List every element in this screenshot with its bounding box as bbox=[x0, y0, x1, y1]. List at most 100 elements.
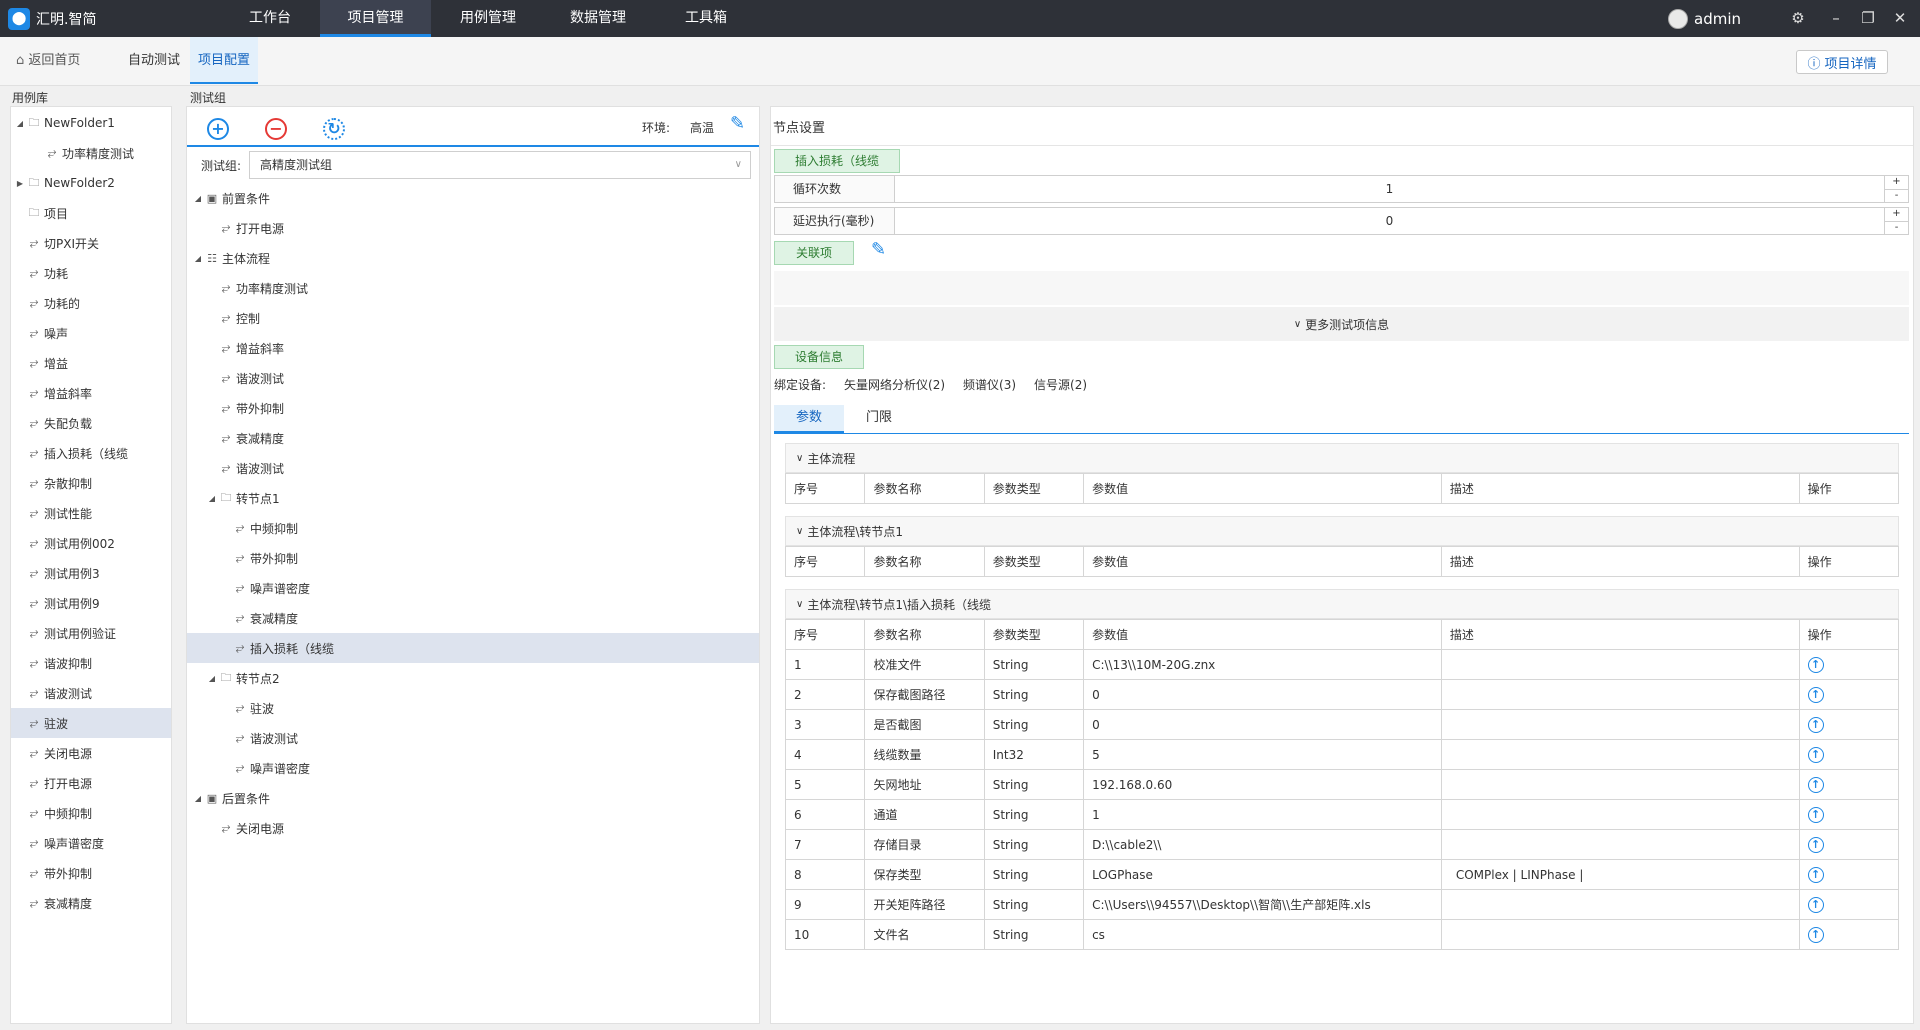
tree-item[interactable]: ⥂ 衰减精度 bbox=[187, 423, 759, 453]
table-cell[interactable]: C:\\Users\\94557\\Desktop\\智简\\生产部矩阵.xls bbox=[1083, 889, 1442, 920]
tree-item[interactable]: ⥂ 关闭电源 bbox=[11, 738, 171, 768]
table-cell[interactable]: 0 bbox=[1083, 679, 1442, 710]
delay-field[interactable]: 延迟执行(毫秒) 0 + - bbox=[774, 207, 1909, 235]
table-cell[interactable]: LOGPhase bbox=[1083, 859, 1442, 890]
table-row[interactable]: 6 通道 String 1 ↑ bbox=[784, 799, 1900, 830]
move-up-icon[interactable]: ↑ bbox=[1807, 806, 1824, 823]
device-info-button[interactable]: 设备信息 bbox=[774, 345, 864, 369]
tree-item[interactable]: ⥂ 功率精度测试 bbox=[11, 138, 171, 168]
tree-item[interactable]: ⥂ 衰减精度 bbox=[187, 603, 759, 633]
table-cell[interactable]: D:\\cable2\\ bbox=[1083, 829, 1442, 860]
table-row[interactable]: 5 矢网地址 String 192.168.0.60 ↑ bbox=[784, 769, 1900, 800]
tree-item[interactable]: ⥂ 噪声谱密度 bbox=[187, 753, 759, 783]
tree-item[interactable]: ⥂ 功耗的 bbox=[11, 288, 171, 318]
tree-item[interactable]: 🗀 项目 bbox=[11, 198, 171, 228]
move-up-icon[interactable]: ↑ bbox=[1807, 716, 1824, 733]
back-home-link[interactable]: ⌂ 返回首页 bbox=[16, 37, 80, 84]
restore-icon[interactable]: ❐ bbox=[1854, 0, 1882, 37]
table-row[interactable]: 10 文件名 String cs ↑ bbox=[784, 919, 1900, 950]
tree-item[interactable]: ⥂ 杂散抑制 bbox=[11, 468, 171, 498]
tree-item[interactable]: ◢ ▣ 前置条件 bbox=[187, 183, 759, 213]
tree-item[interactable]: ◢ 🗀 转节点2 bbox=[187, 663, 759, 693]
nav-project-management[interactable]: 项目管理 bbox=[320, 0, 431, 37]
tree-item[interactable]: ⥂ 测试性能 bbox=[11, 498, 171, 528]
refresh-icon[interactable]: ↻ bbox=[323, 118, 345, 140]
tree-item[interactable]: ⥂ 噪声谱密度 bbox=[187, 573, 759, 603]
tab-project-config[interactable]: 项目配置 bbox=[190, 37, 259, 84]
tree-item[interactable]: ⥂ 测试用例3 bbox=[11, 558, 171, 588]
link-items-button[interactable]: 关联项 bbox=[774, 241, 854, 265]
delay-stepper[interactable]: + - bbox=[1884, 208, 1908, 234]
tree-item[interactable]: ◢ 🗀 转节点1 bbox=[187, 483, 759, 513]
tab-auto-test[interactable]: 自动测试 bbox=[128, 37, 180, 84]
tree-item[interactable]: ⥂ 控制 bbox=[187, 303, 759, 333]
loop-count-field[interactable]: 循环次数 1 + - bbox=[774, 175, 1909, 203]
tree-item[interactable]: ⥂ 带外抑制 bbox=[11, 858, 171, 888]
move-up-icon[interactable]: ↑ bbox=[1807, 896, 1824, 913]
move-up-icon[interactable]: ↑ bbox=[1807, 866, 1824, 883]
move-up-icon[interactable]: ↑ bbox=[1807, 656, 1824, 673]
table-row[interactable]: 1 校准文件 String C:\\13\\10M-20G.znx ↑ bbox=[784, 649, 1900, 680]
move-up-icon[interactable]: ↑ bbox=[1807, 686, 1824, 703]
tree-item[interactable]: ⥂ 插入损耗（线缆 bbox=[187, 633, 759, 663]
tab-thresholds[interactable]: 门限 bbox=[844, 405, 914, 433]
tree-item[interactable]: ⥂ 谐波测试 bbox=[187, 363, 759, 393]
group-select[interactable]: 高精度测试组 ∨ bbox=[249, 151, 751, 179]
loop-count-stepper[interactable]: + - bbox=[1884, 176, 1908, 202]
tree-item[interactable]: ⥂ 增益斜率 bbox=[187, 333, 759, 363]
tree-item[interactable]: ⥂ 切PXI开关 bbox=[11, 228, 171, 258]
tree-item[interactable]: ▶ 🗀 NewFolder2 bbox=[11, 168, 171, 198]
tree-item[interactable]: ⥂ 插入损耗（线缆 bbox=[11, 438, 171, 468]
tree-item[interactable]: ⥂ 关闭电源 bbox=[187, 813, 759, 843]
table-row[interactable]: 7 存储目录 String D:\\cable2\\ ↑ bbox=[784, 829, 1900, 860]
table-cell[interactable]: C:\\13\\10M-20G.znx bbox=[1083, 649, 1442, 680]
table-cell[interactable]: 1 bbox=[1083, 799, 1442, 830]
tree-item[interactable]: ⥂ 谐波抑制 bbox=[11, 648, 171, 678]
tree-item[interactable]: ⥂ 打开电源 bbox=[11, 768, 171, 798]
device-vna[interactable]: 矢量网络分析仪(2) bbox=[844, 376, 945, 393]
tree-item[interactable]: ⥂ 谐波测试 bbox=[187, 453, 759, 483]
tree-item[interactable]: ⥂ 噪声 bbox=[11, 318, 171, 348]
move-up-icon[interactable]: ↑ bbox=[1807, 746, 1824, 763]
tree-item[interactable]: ⥂ 驻波 bbox=[187, 693, 759, 723]
tree-item[interactable]: ⥂ 打开电源 bbox=[187, 213, 759, 243]
increment-icon[interactable]: + bbox=[1885, 176, 1908, 190]
tree-item[interactable]: ⥂ 功耗 bbox=[11, 258, 171, 288]
table-row[interactable]: 8 保存类型 String LOGPhase COMPlex | LINPhase | ↑ bbox=[784, 859, 1900, 890]
nav-workbench[interactable]: 工作台 bbox=[232, 0, 308, 37]
expand-caret-icon[interactable]: ◢ bbox=[207, 674, 217, 683]
edit-links-pencil-icon[interactable]: ✎ bbox=[871, 239, 886, 260]
move-up-icon[interactable]: ↑ bbox=[1807, 926, 1824, 943]
node-name-button[interactable]: 插入损耗（线缆 bbox=[774, 149, 900, 173]
tree-item[interactable]: ⥂ 带外抑制 bbox=[187, 393, 759, 423]
expand-caret-icon[interactable]: ◢ bbox=[193, 194, 203, 203]
tree-item[interactable]: ◢ 🗀 NewFolder1 bbox=[11, 108, 171, 138]
tree-item[interactable]: ⥂ 测试用例9 bbox=[11, 588, 171, 618]
tree-item[interactable]: ⥂ 功率精度测试 bbox=[187, 273, 759, 303]
device-signal-source[interactable]: 信号源(2) bbox=[1034, 376, 1087, 393]
more-info-toggle[interactable]: ∨ 更多测试项信息 bbox=[774, 307, 1909, 341]
nav-data-management[interactable]: 数据管理 bbox=[560, 0, 636, 37]
nav-toolbox[interactable]: 工具箱 bbox=[668, 0, 744, 37]
tree-item[interactable]: ⥂ 噪声谱密度 bbox=[11, 828, 171, 858]
settings-gear-icon[interactable]: ⚙ bbox=[1784, 0, 1812, 37]
close-icon[interactable]: ✕ bbox=[1886, 0, 1914, 37]
tab-params[interactable]: 参数 bbox=[774, 405, 844, 433]
device-spectrum[interactable]: 频谱仪(3) bbox=[963, 376, 1016, 393]
tree-item[interactable]: ◢ ▣ 后置条件 bbox=[187, 783, 759, 813]
decrement-icon[interactable]: - bbox=[1885, 222, 1908, 235]
expand-caret-icon[interactable]: ◢ bbox=[193, 794, 203, 803]
project-detail-button[interactable]: ⓘ 项目详情 bbox=[1796, 50, 1888, 74]
tree-item[interactable]: ⥂ 测试用例验证 bbox=[11, 618, 171, 648]
tree-item[interactable]: ⥂ 衰减精度 bbox=[11, 888, 171, 918]
tree-item[interactable]: ◢ ☷ 主体流程 bbox=[187, 243, 759, 273]
user-menu[interactable]: admin bbox=[1668, 0, 1741, 37]
move-up-icon[interactable]: ↑ bbox=[1807, 776, 1824, 793]
tree-item[interactable]: ⥂ 测试用例002 bbox=[11, 528, 171, 558]
tree-item[interactable]: ⥂ 增益斜率 bbox=[11, 378, 171, 408]
expand-caret-icon[interactable]: ◢ bbox=[207, 494, 217, 503]
expand-caret-icon[interactable]: ◢ bbox=[193, 254, 203, 263]
table-row[interactable]: 2 保存截图路径 String 0 ↑ bbox=[784, 679, 1900, 710]
expand-caret-icon[interactable]: ▶ bbox=[15, 179, 25, 188]
table-cell[interactable]: 192.168.0.60 bbox=[1083, 769, 1442, 800]
